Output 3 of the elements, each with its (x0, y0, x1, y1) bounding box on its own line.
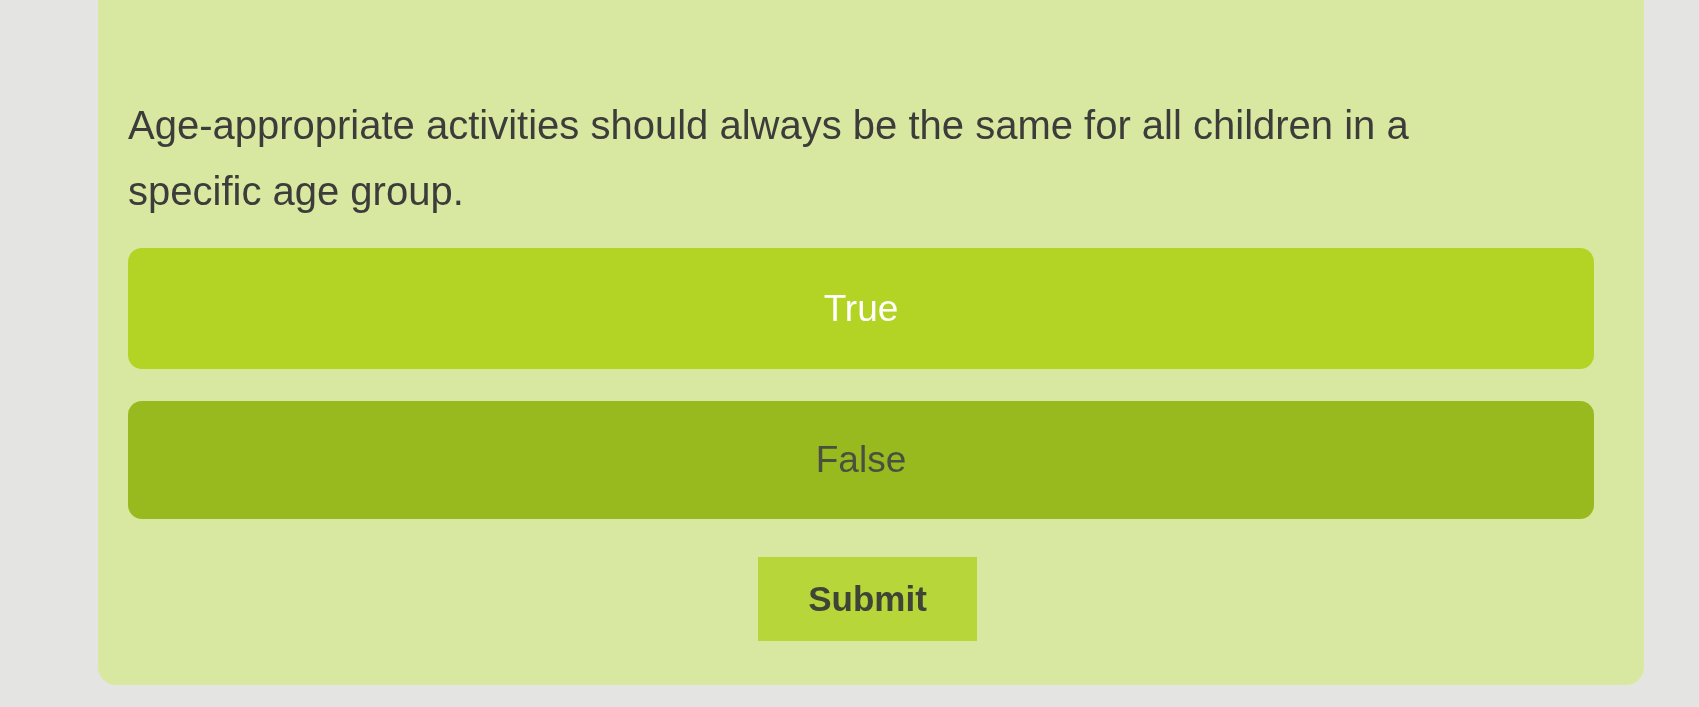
answer-option[interactable]: False (128, 401, 1594, 519)
submit-button[interactable]: Submit (758, 557, 977, 641)
question-text: Age-appropriate activities should always be the same for all children in a specific age group. (128, 102, 1410, 215)
